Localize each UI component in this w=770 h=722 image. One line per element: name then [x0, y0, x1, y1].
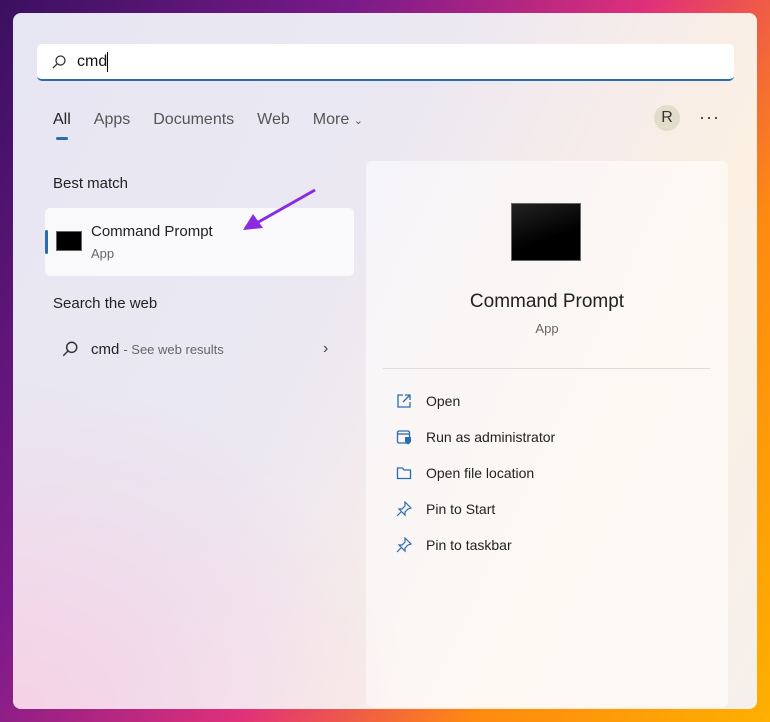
open-icon: [397, 394, 411, 408]
filter-tabs: All Apps Documents Web More ⌄: [53, 111, 386, 140]
details-type: App: [535, 321, 559, 336]
action-label: Run as administrator: [426, 429, 556, 445]
folder-icon: [396, 467, 412, 480]
search-icon: [62, 341, 78, 357]
pin-icon: [396, 537, 412, 553]
tab-more-label: More: [312, 111, 350, 128]
action-open[interactable]: Open: [396, 393, 460, 409]
best-match-title: Command Prompt: [91, 223, 213, 240]
divider: [383, 368, 710, 369]
search-value: cmd: [77, 52, 108, 70]
action-pin-to-start[interactable]: Pin to Start: [396, 501, 495, 517]
tab-documents[interactable]: Documents: [153, 111, 234, 129]
action-run-as-admin[interactable]: Run as administrator: [396, 429, 555, 445]
details-pane: Command Prompt App Open Run as administr…: [366, 161, 728, 707]
tab-apps[interactable]: Apps: [94, 111, 130, 129]
web-query: cmd: [91, 340, 120, 358]
tab-web[interactable]: Web: [257, 111, 290, 129]
avatar[interactable]: R: [654, 105, 680, 131]
more-options-button[interactable]: ···: [699, 107, 720, 128]
action-label: Open: [426, 393, 461, 409]
tab-more[interactable]: More ⌄: [313, 111, 363, 129]
best-match-type: App: [91, 246, 115, 261]
action-pin-to-taskbar[interactable]: Pin to taskbar: [396, 537, 512, 553]
details-title: Command Prompt: [469, 291, 625, 312]
annotation-arrow-icon: [243, 188, 316, 230]
action-label: Pin to taskbar: [426, 537, 512, 553]
command-prompt-large-icon: [511, 203, 581, 261]
search-icon: [52, 54, 66, 68]
pin-icon: [396, 501, 412, 517]
search-input[interactable]: cmd: [37, 44, 734, 81]
tab-all[interactable]: All: [53, 111, 71, 140]
best-match-heading: Best match: [53, 175, 129, 192]
web-result-item[interactable]: cmd - See web results: [61, 340, 224, 358]
action-label: Open file location: [426, 465, 535, 481]
shield-icon: [396, 430, 411, 445]
action-open-file-location[interactable]: Open file location: [396, 465, 534, 481]
chevron-right-icon[interactable]: ›: [323, 340, 328, 358]
selection-indicator: [45, 230, 48, 254]
chevron-down-icon: ⌄: [353, 115, 363, 127]
search-window: cmd All Apps Documents Web More ⌄ R ··· …: [13, 13, 757, 709]
command-prompt-icon: [56, 231, 82, 251]
text-caret: [107, 51, 109, 72]
action-label: Pin to Start: [426, 501, 496, 517]
search-web-heading: Search the web: [53, 295, 158, 312]
web-hint: - See web results: [123, 341, 224, 357]
